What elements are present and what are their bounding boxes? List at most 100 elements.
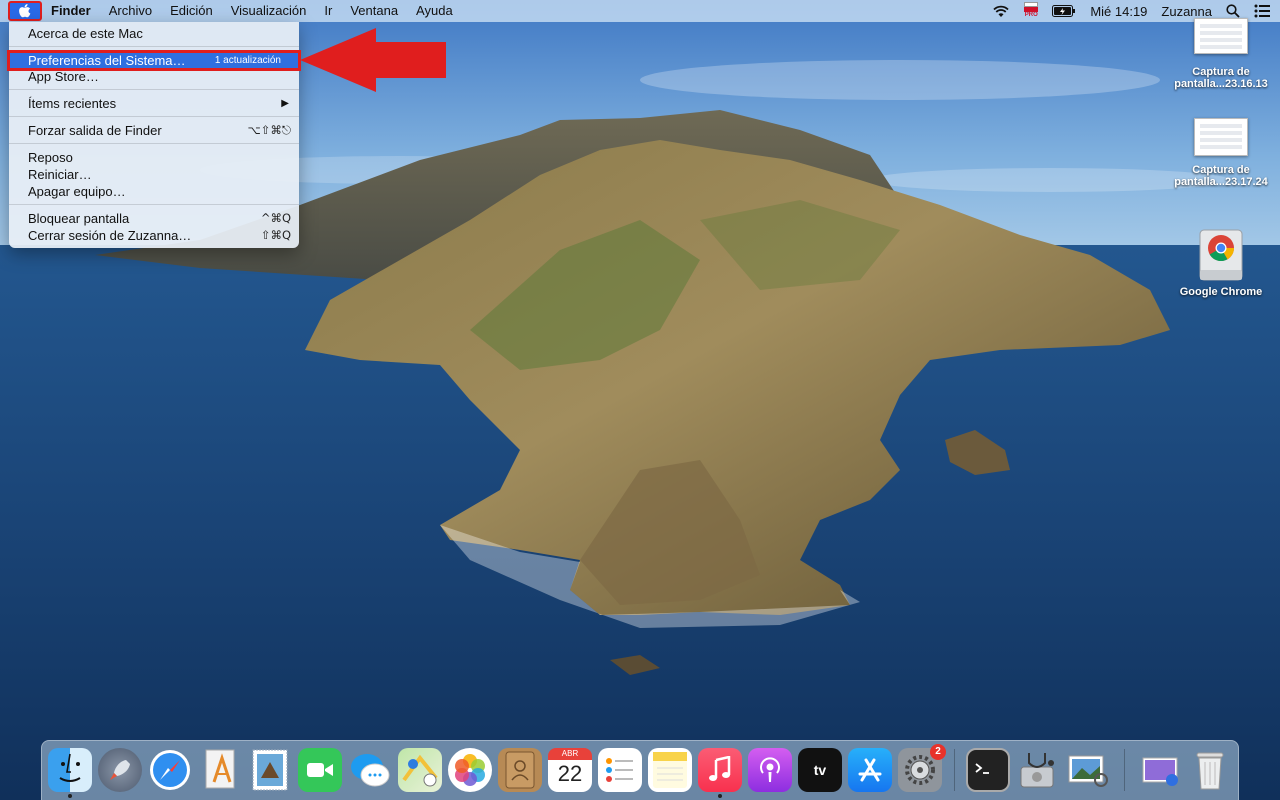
map-icon [402, 754, 438, 787]
running-indicator [718, 794, 722, 798]
screenshot-thumbnail-icon [1194, 118, 1248, 156]
dock-contacts[interactable] [498, 748, 542, 792]
desktop-icon-label: pantalla...23.16.13 [1174, 78, 1268, 90]
dock-reminders[interactable] [598, 748, 642, 792]
menu-item-lock-screen[interactable]: Bloquear pantalla ^⌘Q [9, 210, 299, 227]
running-indicator [68, 794, 72, 798]
downloads-stack-icon [1142, 757, 1178, 786]
photos-flower-icon [455, 754, 485, 786]
dock-facetime[interactable] [298, 748, 342, 792]
notification-center-icon[interactable] [1254, 4, 1270, 18]
desktop-icon-label: Google Chrome [1179, 286, 1263, 298]
contacts-book-icon [505, 751, 535, 789]
spotlight-search-icon[interactable] [1226, 4, 1240, 18]
menu-bar: Finder Archivo Edición Visualización Ir … [0, 0, 1280, 22]
recent-items-label: Ítems recientes [28, 96, 117, 111]
dock-maps[interactable] [398, 748, 442, 792]
menu-separator [9, 143, 299, 144]
notes-icon [653, 752, 687, 788]
menu-ayuda[interactable]: Ayuda [407, 0, 462, 22]
dock-messages[interactable] [348, 748, 392, 792]
system-preferences-label: Preferencias del Sistema… [28, 53, 186, 68]
video-camera-icon [307, 763, 333, 777]
menu-item-about-mac[interactable]: Acerca de este Mac [9, 25, 299, 42]
desktop-icon-label: Captura de [1192, 164, 1250, 176]
battery-icon[interactable] [1052, 5, 1076, 17]
menu-ventana[interactable]: Ventana [341, 0, 407, 22]
dock-separator [954, 749, 955, 791]
dock-launchpad[interactable] [98, 748, 142, 792]
menu-edicion[interactable]: Edición [161, 0, 222, 22]
screenshot-thumbnail-icon [1194, 18, 1248, 54]
menu-ir[interactable]: Ir [315, 0, 341, 22]
dock-terminal[interactable] [966, 748, 1010, 792]
dock-downloads-stack[interactable] [1138, 748, 1182, 792]
menu-item-log-out[interactable]: Cerrar sesión de Zuzanna… ⇧⌘Q [9, 227, 299, 244]
dock-podcasts[interactable] [748, 748, 792, 792]
menu-separator [9, 46, 299, 47]
input-language-flag-icon[interactable]: PRO [1024, 2, 1039, 20]
dock-system-preferences[interactable]: 2 [898, 744, 946, 792]
user-name[interactable]: Zuzanna [1161, 4, 1212, 19]
safari-compass-icon [150, 750, 190, 790]
dock-notes[interactable] [648, 748, 692, 792]
speech-bubble-icon [351, 754, 390, 787]
apple-logo-icon [19, 4, 31, 18]
force-quit-shortcut: ⌥⇧⌘⎋ [247, 123, 291, 137]
reminders-list-icon [606, 758, 633, 782]
menu-finder[interactable]: Finder [42, 0, 100, 22]
finder-icon [59, 753, 81, 782]
document-pencil-icon [205, 749, 235, 789]
menu-item-force-quit[interactable]: Forzar salida de Finder ⌥⇧⌘⎋ [9, 122, 299, 139]
podcast-icon [760, 757, 780, 782]
menu-separator [9, 204, 299, 205]
menu-item-sleep[interactable]: Reposo [9, 149, 299, 166]
calendar-month: ABR [548, 748, 592, 760]
wifi-icon[interactable] [992, 4, 1010, 18]
log-out-shortcut: ⇧⌘Q [260, 228, 291, 242]
dock-calendar[interactable]: ABR 22 [548, 748, 592, 792]
menu-separator [9, 89, 299, 90]
dock-app-store[interactable] [848, 748, 892, 792]
terminal-prompt-icon [975, 763, 989, 774]
menu-visualizacion[interactable]: Visualización [222, 0, 316, 22]
music-note-icon [709, 756, 731, 781]
lock-screen-label: Bloquear pantalla [28, 211, 130, 226]
dock-textedit-app[interactable] [198, 748, 242, 792]
dock-photos[interactable] [448, 748, 492, 792]
disk-stethoscope-icon [1020, 753, 1054, 788]
menu-item-restart[interactable]: Reiniciar… [9, 166, 299, 183]
stamp-eagle-icon [252, 749, 288, 791]
update-badge: 1 actualización [214, 55, 281, 66]
menu-item-shutdown[interactable]: Apagar equipo… [9, 183, 299, 200]
apple-menu-dropdown: Acerca de este Mac Preferencias del Sist… [7, 22, 301, 248]
calendar-day: 22 [557, 761, 583, 786]
menu-item-recent-items[interactable]: Ítems recientes ▶ [9, 95, 299, 112]
dock-trash[interactable] [1188, 748, 1232, 792]
menu-item-system-preferences[interactable]: Preferencias del Sistema… 1 actualizació… [7, 50, 301, 71]
desktop-icon-screenshot-1[interactable]: Captura de pantalla...23.16.13 [1171, 18, 1271, 90]
desktop-icon-screenshot-2[interactable]: Captura de pantalla...23.17.24 [1171, 118, 1271, 188]
preview-photos-icon [1068, 755, 1108, 787]
disk-image-chrome-icon [1199, 229, 1243, 281]
clock[interactable]: Mié 14:19 [1090, 4, 1147, 19]
dock: ABR 22 tv 2 [41, 740, 1239, 800]
dock-preview[interactable] [1066, 748, 1110, 792]
trash-icon [1196, 752, 1224, 790]
desktop-icon-label: Captura de [1192, 66, 1250, 78]
desktop-icon-google-chrome[interactable]: Google Chrome [1171, 228, 1271, 298]
apple-menu-button[interactable] [8, 1, 42, 21]
dock-music[interactable] [698, 748, 742, 792]
menu-item-app-store[interactable]: App Store… [9, 68, 299, 85]
apple-tv-label: tv [813, 762, 827, 778]
dock-safari[interactable] [148, 748, 192, 792]
dock-separator [1124, 749, 1125, 791]
dock-disk-utility[interactable] [1016, 748, 1060, 792]
submenu-arrow-icon: ▶ [281, 98, 289, 109]
dock-finder[interactable] [48, 748, 92, 792]
dock-mail-stamp[interactable] [248, 748, 292, 792]
menu-archivo[interactable]: Archivo [100, 0, 161, 22]
lock-screen-shortcut: ^⌘Q [260, 211, 291, 225]
log-out-label: Cerrar sesión de Zuzanna… [28, 228, 192, 243]
dock-apple-tv[interactable]: tv [798, 748, 842, 792]
